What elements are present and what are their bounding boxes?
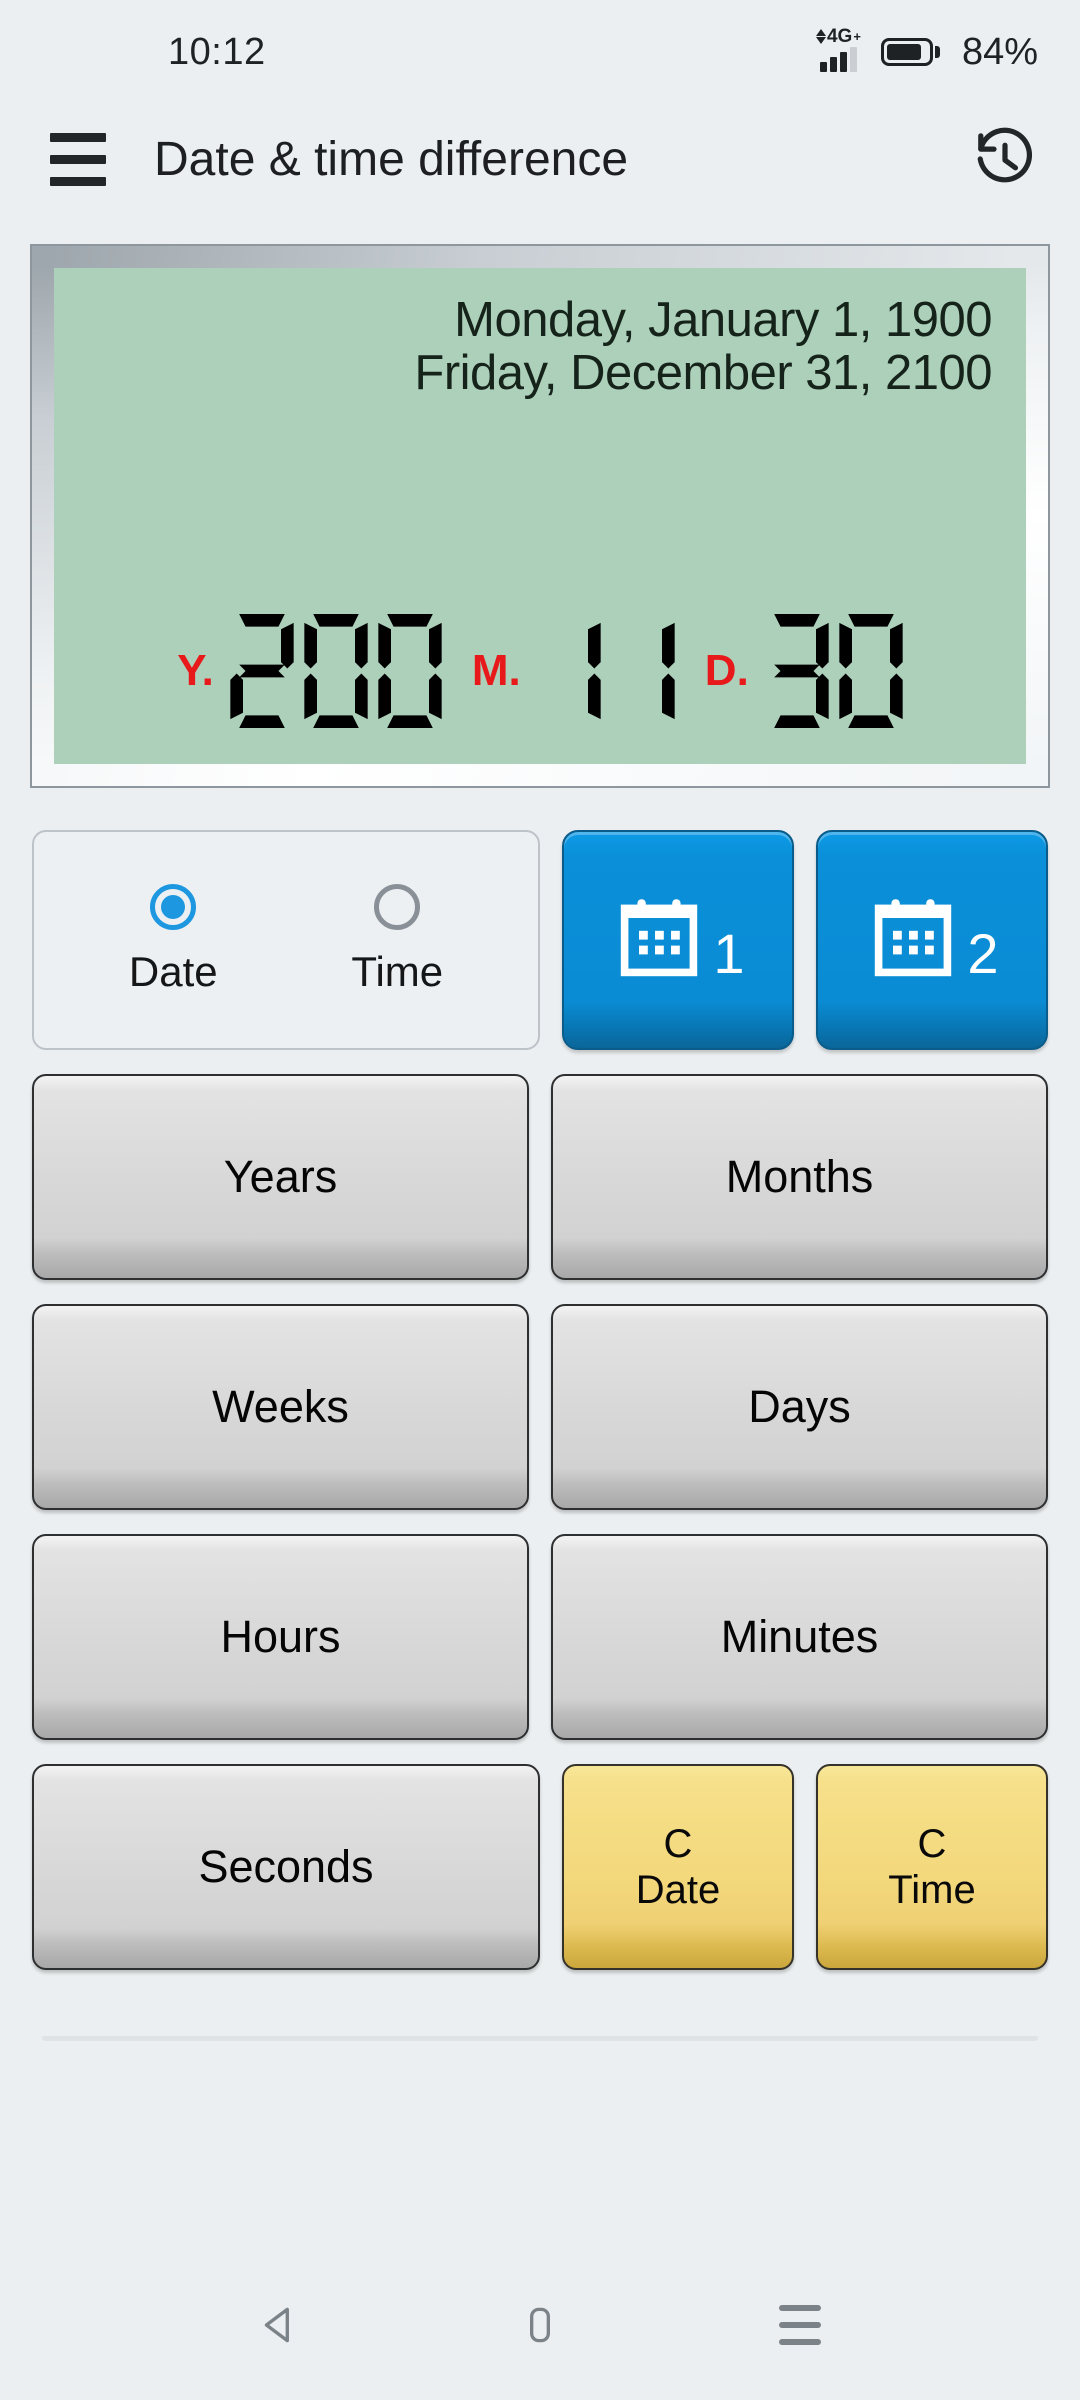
battery-icon [880, 38, 940, 66]
recents-lines-icon[interactable] [745, 2270, 855, 2380]
control-grid: Date Time 1 2 Years Months Weeks Days Ho… [0, 786, 1080, 1970]
status-indicators: 4G + 84% [815, 27, 1038, 74]
network-type-label: 4G [826, 26, 853, 47]
segment-label-2: D. [704, 646, 749, 695]
radio-label-date: Date [128, 948, 218, 995]
segment-value-0 [230, 614, 442, 728]
home-square-icon[interactable] [485, 2270, 595, 2380]
row-mode-and-calendars: Date Time 1 2 [32, 830, 1048, 1050]
months-button[interactable]: Months [551, 1074, 1048, 1280]
app-screen: 10:12 4G + 84% Date & time difference Mo… [0, 0, 1080, 2400]
segment-unit-0: Y. [177, 614, 442, 728]
mode-selector: Date Time [32, 830, 540, 1050]
system-navigation-bar [0, 2250, 1080, 2400]
history-icon[interactable] [968, 122, 1042, 196]
row-seconds-and-clear: Seconds C Date C Time [32, 1764, 1048, 1970]
status-bar: 10:12 4G + 84% [0, 0, 1080, 104]
minutes-button[interactable]: Minutes [551, 1534, 1048, 1740]
clear-time-line-2: Time [888, 1868, 976, 1912]
lcd-date-line-1: Monday, January 1, 1900 [454, 293, 992, 347]
segment-value-2 [765, 614, 903, 728]
days-button[interactable]: Days [551, 1304, 1048, 1510]
status-clock: 10:12 [168, 30, 266, 73]
calendar-1-button[interactable]: 1 [562, 830, 794, 1050]
lcd-segment-row: Y. M. D. [88, 614, 992, 728]
calendar-icon [611, 890, 707, 991]
radio-dot-time[interactable] [374, 884, 421, 930]
page-title: Date & time difference [154, 132, 629, 186]
battery-percent-label: 84% [961, 30, 1038, 73]
row-hours-minutes: Hours Minutes [32, 1534, 1048, 1740]
row-weeks-days: Weeks Days [32, 1304, 1048, 1510]
years-button[interactable]: Years [32, 1074, 529, 1280]
calendar-1-number: 1 [713, 922, 745, 985]
clear-date-line-2: Date [635, 1868, 721, 1912]
clear-date-line-1: C [663, 1822, 693, 1866]
radio-option-date[interactable]: Date [129, 884, 218, 996]
segment-value-1 [537, 614, 675, 728]
lcd-date-line-2: Friday, December 31, 2100 [414, 345, 992, 400]
weeks-button[interactable]: Weeks [32, 1304, 529, 1510]
radio-dot-date[interactable] [150, 884, 197, 930]
hours-button[interactable]: Hours [32, 1534, 529, 1740]
calendar-2-button[interactable]: 2 [816, 830, 1048, 1050]
row-years-months: Years Months [32, 1074, 1048, 1280]
lcd-bezel: Monday, January 1, 1900 Friday, December… [32, 246, 1048, 786]
clear-date-button[interactable]: C Date [562, 1764, 794, 1970]
seconds-button[interactable]: Seconds [32, 1764, 540, 1970]
calendar-2-number: 2 [967, 922, 999, 985]
segment-label-0: Y. [177, 646, 214, 695]
clear-time-button[interactable]: C Time [816, 1764, 1048, 1970]
segment-unit-1: M. [442, 614, 675, 728]
segment-label-1: M. [471, 646, 521, 695]
clear-time-line-1: C [917, 1822, 947, 1866]
lcd-display-panel: Monday, January 1, 1900 Friday, December… [32, 246, 1048, 786]
hamburger-menu-icon[interactable] [50, 132, 106, 186]
radio-option-time[interactable]: Time [351, 884, 443, 996]
signal-bars-icon: 4G + [815, 27, 861, 72]
app-bar: Date & time difference [0, 104, 1080, 214]
bottom-spacer [0, 2041, 1080, 2250]
data-transfer-arrows-icon [815, 29, 826, 44]
signal-strength-bars [819, 47, 857, 72]
calendar-icon [865, 890, 961, 991]
radio-label-time: Time [351, 948, 444, 995]
segment-unit-2: D. [675, 614, 903, 728]
back-triangle-icon[interactable] [225, 2270, 335, 2380]
network-plus-label: + [853, 29, 861, 44]
lcd-screen: Monday, January 1, 1900 Friday, December… [54, 268, 1026, 764]
